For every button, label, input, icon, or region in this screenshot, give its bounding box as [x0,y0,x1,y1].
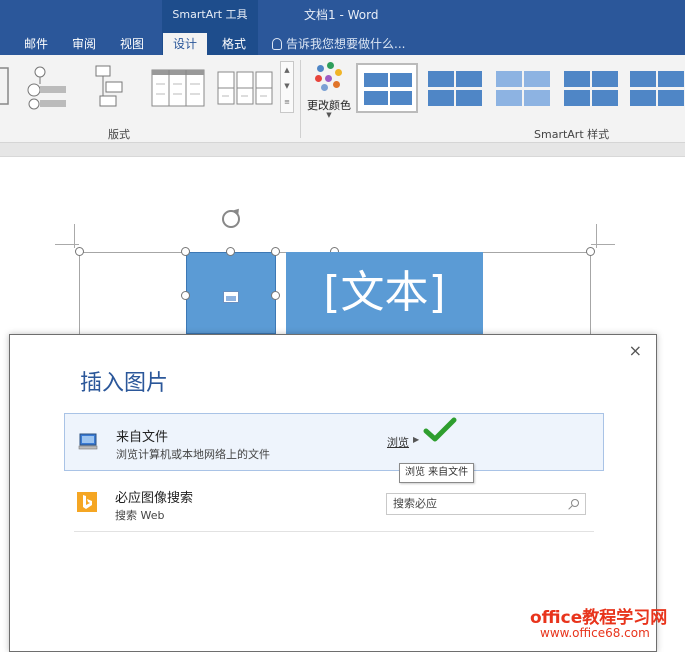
palette-dot [315,75,322,82]
close-icon[interactable]: × [629,341,642,360]
styles-group-label: SmartArt 样式 [534,128,610,141]
document-title: 文档1 - Word [304,8,379,22]
tell-me-box[interactable]: 告诉我您想要做什么... [272,33,405,55]
crop-mark [55,244,79,245]
shape-handle[interactable] [271,247,280,256]
bing-icon [77,492,97,512]
style-block [524,71,550,87]
group-separator [300,60,301,138]
style-block [496,90,522,106]
style-block [592,90,618,106]
search-icon[interactable] [571,499,579,507]
chevron-down-icon: ▼ [326,111,332,119]
from-file-title: 来自文件 [116,430,169,445]
rotate-handle-icon[interactable] [222,210,240,228]
from-file-subtitle: 浏览计算机或本地网络上的文件 [116,448,270,461]
smartart-style-thumb[interactable] [492,63,554,113]
tab-mailings[interactable]: 邮件 [16,33,56,55]
style-block [364,73,388,87]
style-block [390,91,412,105]
style-block [592,71,618,87]
style-block [364,91,388,105]
tab-design[interactable]: 设计 [163,33,207,55]
smartart-style-thumb[interactable] [626,63,685,113]
style-block [564,90,590,106]
style-block [658,90,684,106]
bing-search-row[interactable]: 必应图像搜索 搜索 Web 搜索必应 [64,475,604,533]
tab-format[interactable]: 格式 [214,33,254,55]
watermark-url: www.office68.com [540,626,650,640]
style-block [564,71,590,87]
ribbon: ▲ ▼ ≡ 版式 更改颜色 ▼ SmartArt 样式 [0,55,685,143]
style-block [456,90,482,106]
style-block [658,71,684,87]
layouts-gallery-scroll[interactable]: ▲ ▼ ≡ [280,61,294,113]
bing-title: 必应图像搜索 [115,491,194,506]
smartart-text-shape[interactable]: [文本] [286,252,483,334]
dialog-title: 插入图片 [80,371,169,396]
crop-mark [74,224,75,248]
layout-thumb-hierarchy[interactable] [90,62,130,110]
chevron-right-icon: ▶ [413,435,420,444]
resize-handle[interactable] [586,247,595,256]
style-block [496,71,522,87]
word-window: SmartArt 工具 文档1 - Word 邮件 审阅 视图 设计 格式 告诉… [0,0,685,652]
watermark-title: office教程学习网 [530,608,668,628]
row-divider [74,531,594,532]
palette-dot [333,81,340,88]
change-colors-button[interactable]: 更改颜色 ▼ [304,59,354,121]
palette-dot [325,75,332,82]
ruler-strip [0,143,685,157]
shape-handle[interactable] [226,247,235,256]
smartart-style-thumb-selected[interactable] [356,63,418,113]
smartart-style-thumb[interactable] [424,63,486,113]
smartart-style-thumb[interactable] [560,63,622,113]
layouts-group-label: 版式 [108,128,130,141]
smartart-picture-shape[interactable] [186,252,276,334]
computer-icon [78,433,98,450]
layout-thumb-table-list[interactable] [150,62,206,110]
layout-thumb-circle-list[interactable] [20,62,70,110]
tell-me-text: 告诉我您想要做什么... [286,37,406,51]
layout-thumb-column-list[interactable] [216,62,274,110]
style-block [456,71,482,87]
palette-dot [327,62,334,69]
checkmark-icon [423,417,457,442]
style-block [428,71,454,87]
palette-dot [317,65,324,72]
style-block [428,90,454,106]
shape-handle[interactable] [181,291,190,300]
browse-link[interactable]: 浏览 [387,434,409,450]
bing-subtitle: 搜索 Web [115,509,165,522]
bing-search-input[interactable]: 搜索必应 [386,493,586,515]
layout-thumb-partial[interactable] [0,62,12,110]
picture-icon[interactable] [223,291,239,303]
crop-mark [591,244,615,245]
lightbulb-icon [272,38,282,50]
tab-review[interactable]: 审阅 [64,33,104,55]
palette-dot [321,84,328,91]
palette-dot [335,69,342,76]
bing-search-placeholder: 搜索必应 [393,497,437,510]
tab-view[interactable]: 视图 [112,33,152,55]
shape-handle[interactable] [181,247,190,256]
from-file-row[interactable]: 来自文件 浏览计算机或本地网络上的文件 浏览 ▶ [64,413,604,471]
style-block [390,73,412,87]
resize-handle[interactable] [75,247,84,256]
style-block [630,71,656,87]
shape-handle[interactable] [271,291,280,300]
smartart-tools-label: SmartArt 工具 [172,8,248,21]
style-block [524,90,550,106]
crop-mark [596,224,597,248]
style-block [630,90,656,106]
